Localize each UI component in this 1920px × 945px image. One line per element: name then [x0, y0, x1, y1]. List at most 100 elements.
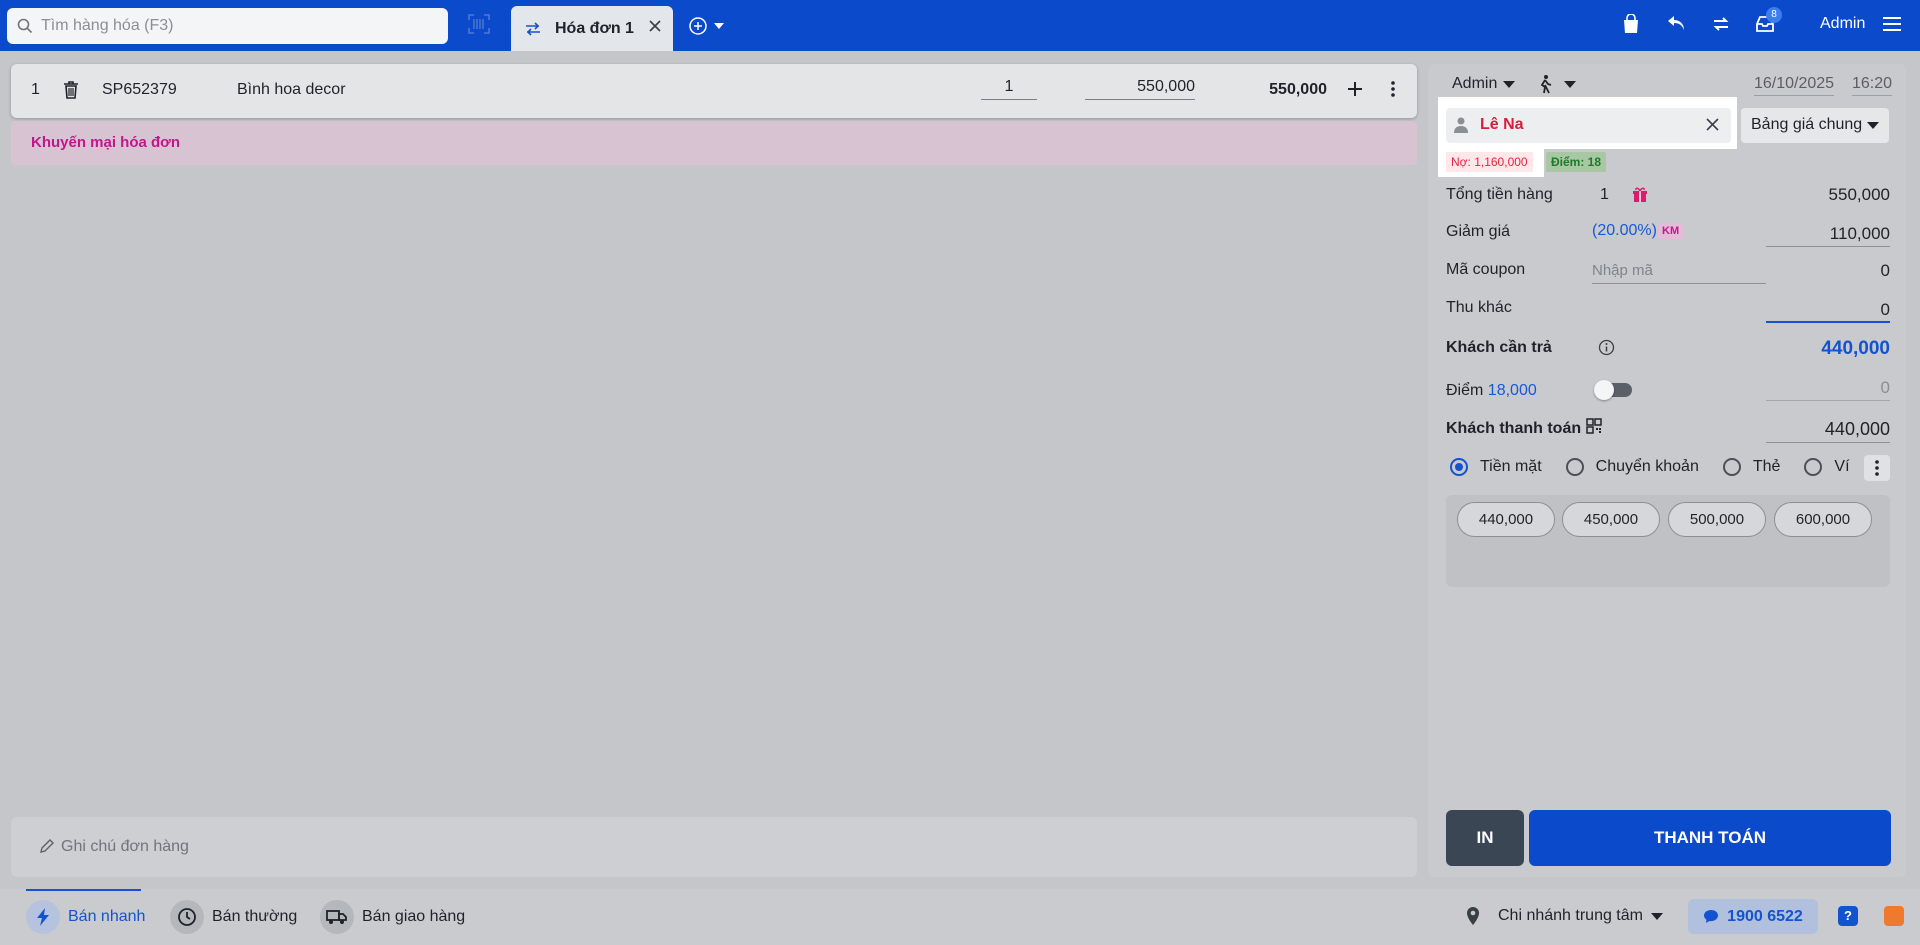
note-placeholder: Ghi chú đơn hàng — [61, 838, 189, 855]
radio-transfer[interactable] — [1565, 458, 1584, 476]
hotline-number: 1900 6522 — [1727, 907, 1803, 925]
checkout-button[interactable]: THANH TOÁN — [1529, 810, 1891, 866]
customer-debt-badge[interactable]: Nợ: 1,160,000 — [1446, 152, 1533, 172]
payment-methods: Tiền mặt Chuyển khoản Thẻ Ví — [1450, 458, 1874, 476]
promotion-tag: KM — [1658, 223, 1684, 239]
subtotal-label: Tổng tiền hàng — [1446, 186, 1553, 203]
radio-card[interactable] — [1722, 458, 1741, 476]
clock-icon — [170, 900, 204, 934]
truck-icon — [320, 900, 354, 934]
close-tab-icon[interactable] — [649, 20, 661, 32]
amount-due-value: 440,000 — [1821, 338, 1890, 359]
price-book-select[interactable]: Bảng giá chung — [1741, 108, 1889, 143]
clear-customer-icon[interactable] — [1706, 118, 1719, 131]
quick-amount-button[interactable]: 500,000 — [1668, 502, 1766, 537]
tab-invoice-1[interactable]: Hóa đơn 1 — [511, 6, 673, 51]
coupon-value: 0 — [1880, 261, 1890, 280]
payment-wallet-label: Ví — [1834, 458, 1850, 475]
payment-wallet[interactable]: Ví — [1804, 458, 1850, 476]
customer-name[interactable]: Lê Na — [1480, 116, 1524, 134]
payment-transfer-label: Chuyển khoản — [1595, 458, 1699, 475]
info-icon[interactable] — [1598, 339, 1615, 356]
radio-cash[interactable] — [1450, 458, 1468, 476]
seller-select[interactable]: Admin — [1452, 75, 1516, 93]
use-points-toggle[interactable] — [1594, 380, 1632, 400]
more-vertical-icon — [1875, 460, 1879, 476]
points-label-text: Điểm — [1446, 382, 1484, 399]
sale-channel-select[interactable] — [1538, 74, 1576, 94]
points-available: 18,000 — [1487, 382, 1537, 399]
payment-card[interactable]: Thẻ — [1722, 458, 1781, 476]
hotline-button[interactable]: 1900 6522 — [1688, 899, 1818, 934]
hamburger-menu-icon[interactable] — [1883, 16, 1901, 32]
branch-select[interactable]: Chi nhánh trung tâm — [1466, 907, 1663, 925]
pencil-icon — [40, 839, 54, 853]
coupon-input[interactable]: Nhập mã — [1592, 262, 1766, 284]
bag-icon[interactable] — [1622, 14, 1640, 34]
invoice-date[interactable]: 16/10/2025 — [1754, 75, 1835, 96]
invoice-promotion-link[interactable]: Khuyến mại hóa đơn — [11, 121, 1417, 165]
price-book-label: Bảng giá chung — [1751, 116, 1863, 133]
customer-points-badge: Điểm: 18 — [1546, 152, 1607, 172]
subtotal-value: 550,000 — [1828, 185, 1890, 204]
cart-area — [0, 51, 1428, 889]
quick-amount-button[interactable]: 440,000 — [1457, 502, 1555, 537]
print-button[interactable]: IN — [1446, 810, 1524, 866]
lightning-icon — [26, 900, 60, 934]
mode-normal-sale[interactable]: Bán thường — [170, 900, 297, 934]
barcode-scan-icon[interactable] — [468, 14, 490, 34]
order-note-input[interactable]: Ghi chú đơn hàng — [11, 817, 1417, 877]
feedback-chat-icon[interactable] — [1884, 906, 1904, 926]
chevron-down-icon — [1564, 80, 1576, 88]
notification-badge: 8 — [1766, 7, 1782, 23]
payment-card-label: Thẻ — [1752, 458, 1781, 475]
payment-transfer[interactable]: Chuyển khoản — [1565, 458, 1699, 476]
search-placeholder: Tìm hàng hóa (F3) — [41, 17, 174, 34]
more-vertical-icon[interactable] — [1391, 81, 1395, 97]
coupon-label: Mã coupon — [1446, 261, 1526, 278]
invoice-time[interactable]: 16:20 — [1852, 75, 1893, 96]
mode-delivery-sale[interactable]: Bán giao hàng — [320, 900, 465, 934]
points-label: Điểm 18,000 — [1446, 382, 1537, 400]
cart-item-row[interactable]: 1 SP652379 Bình hoa decor 1 550,000 550,… — [11, 64, 1417, 118]
customer-field[interactable]: Lê Na — [1446, 108, 1731, 143]
trash-icon[interactable] — [63, 80, 79, 100]
mode-quick-sale[interactable]: Bán nhanh — [26, 900, 145, 934]
discount-input[interactable]: 110,000 — [1766, 224, 1890, 247]
help-icon[interactable]: ? — [1838, 906, 1858, 926]
mode-delivery-sale-label: Bán giao hàng — [362, 908, 466, 925]
item-name: Bình hoa decor — [237, 81, 346, 98]
product-search-input[interactable]: Tìm hàng hóa (F3) — [7, 8, 448, 44]
item-code: SP652379 — [102, 81, 177, 98]
add-tab-button[interactable] — [688, 16, 724, 36]
customer-paid-input[interactable]: 440,000 — [1766, 419, 1890, 443]
discount-percent: (20.00%) — [1592, 222, 1657, 239]
other-charges-input[interactable]: 0 — [1766, 300, 1890, 323]
discount-label: Giảm giá — [1446, 223, 1511, 240]
return-icon[interactable] — [1666, 14, 1686, 32]
item-price-input[interactable]: 550,000 — [1085, 78, 1195, 100]
mode-normal-sale-label: Bán thường — [212, 908, 298, 925]
chevron-down-icon — [1503, 80, 1516, 88]
radio-wallet[interactable] — [1804, 458, 1823, 476]
item-quantity-input[interactable]: 1 — [981, 78, 1037, 100]
seller-name: Admin — [1452, 75, 1498, 92]
tab-label: Hóa đơn 1 — [555, 19, 634, 37]
more-payment-options-button[interactable] — [1864, 455, 1890, 481]
gift-icon[interactable] — [1632, 187, 1648, 203]
amount-due-label: Khách cần trả — [1446, 339, 1552, 356]
refresh-icon[interactable] — [1711, 14, 1731, 34]
swap-icon[interactable] — [525, 21, 541, 36]
qr-code-icon[interactable] — [1586, 418, 1602, 434]
quick-amount-button[interactable]: 600,000 — [1774, 502, 1872, 537]
active-mode-indicator — [26, 889, 141, 891]
plus-icon[interactable] — [1347, 81, 1363, 97]
chevron-down-icon — [1650, 912, 1663, 920]
branch-name: Chi nhánh trung tâm — [1498, 907, 1643, 924]
quick-amount-button[interactable]: 450,000 — [1562, 502, 1660, 537]
user-menu[interactable]: Admin — [1820, 15, 1865, 33]
payment-cash[interactable]: Tiền mặt — [1450, 458, 1542, 476]
plus-circle-icon — [689, 17, 707, 35]
chevron-down-icon — [714, 23, 724, 29]
points-input[interactable]: 0 — [1766, 378, 1890, 401]
